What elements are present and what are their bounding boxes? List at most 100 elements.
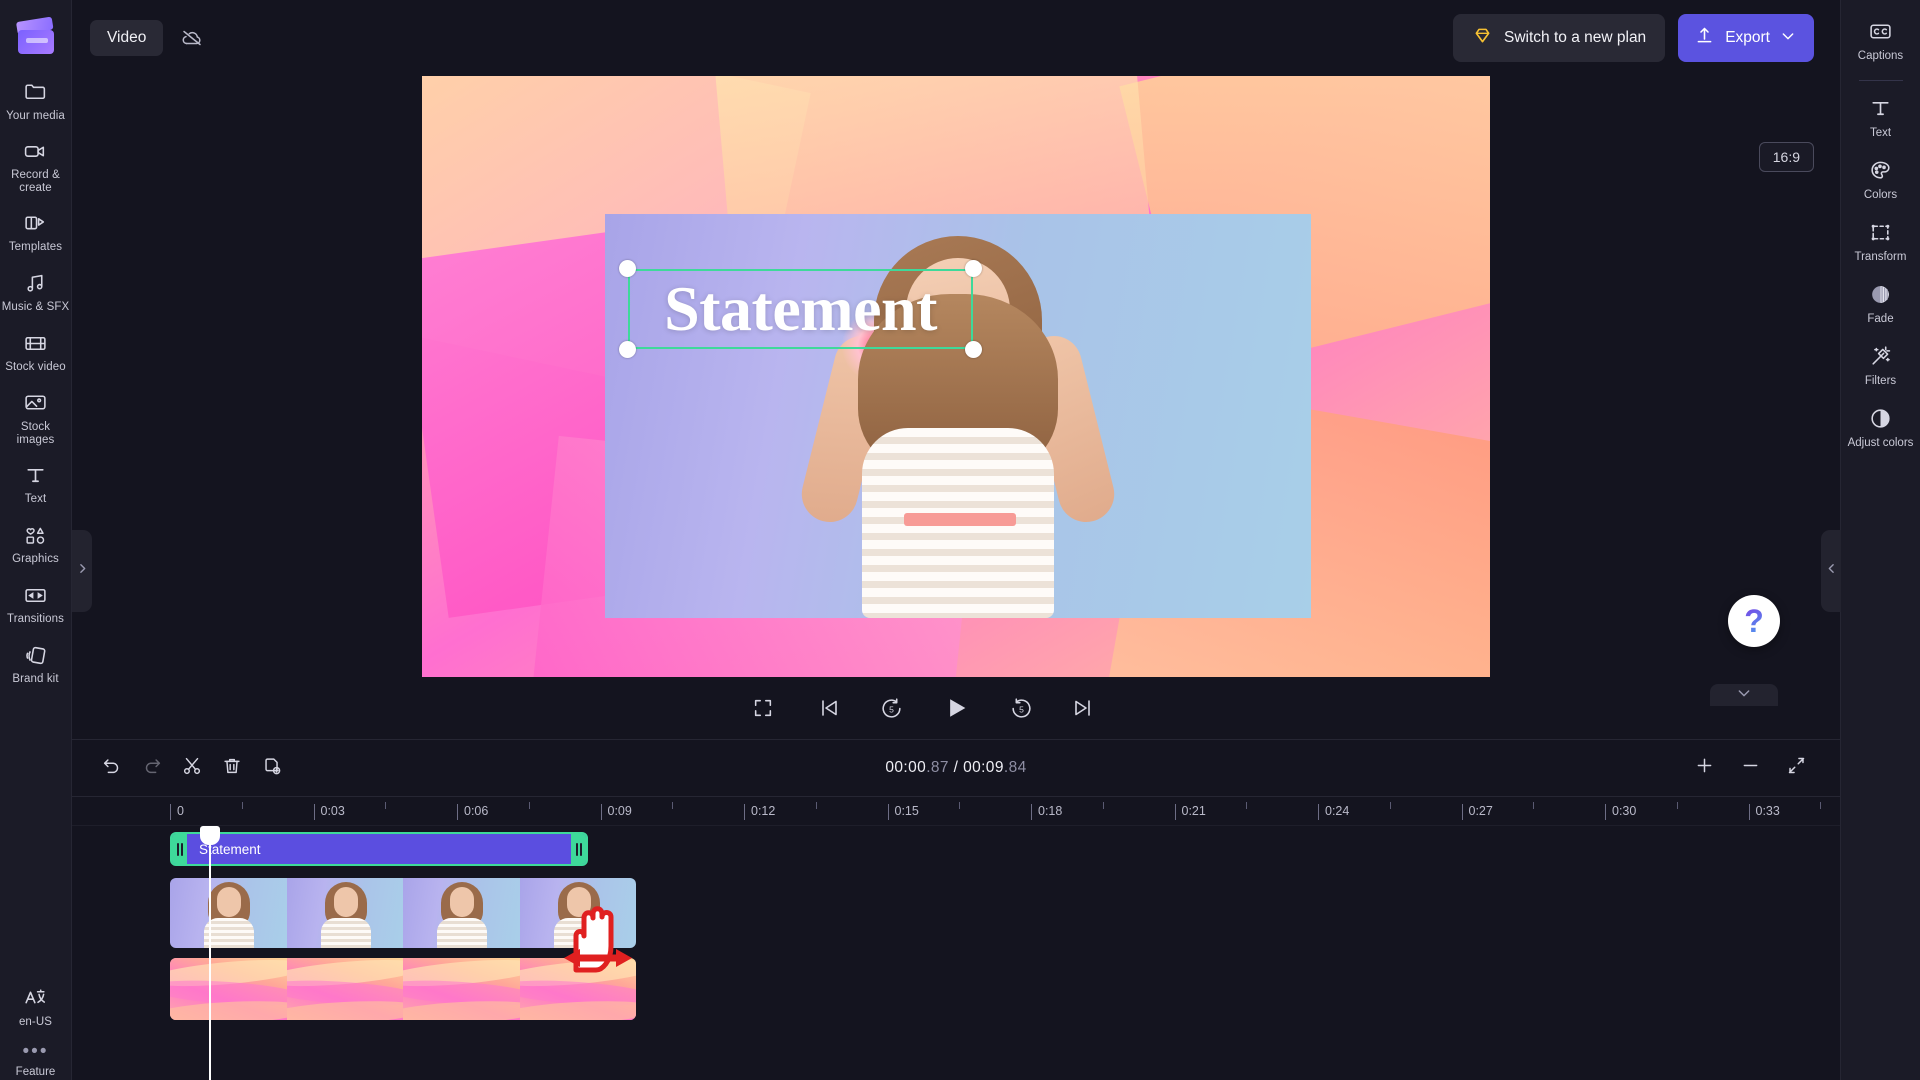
image-icon xyxy=(23,390,49,416)
playback-button-group: 5 5 xyxy=(812,688,1100,728)
timeline-collapse-button[interactable] xyxy=(1710,684,1778,706)
timeline-tracks: Statement xyxy=(72,826,1840,1080)
playhead[interactable] xyxy=(200,826,220,1080)
rewind-5-icon[interactable]: 5 xyxy=(874,691,908,725)
trim-handle-right[interactable] xyxy=(571,834,586,864)
resize-handle-bottom-right[interactable] xyxy=(965,341,982,358)
playhead-handle[interactable] xyxy=(200,826,220,845)
duplicate-button[interactable] xyxy=(254,750,290,786)
redo-button[interactable] xyxy=(134,750,170,786)
export-button[interactable]: Export xyxy=(1678,14,1814,62)
sidebar-item-label: Templates xyxy=(8,241,63,254)
cloud-off-icon[interactable] xyxy=(179,25,205,51)
ruler-tick-label: 0:12 xyxy=(751,804,776,818)
trim-handle-left[interactable] xyxy=(172,834,187,864)
switch-plan-button[interactable]: Switch to a new plan xyxy=(1453,14,1666,62)
top-bar: Video Switch to a new plan Export xyxy=(72,0,1840,76)
split-button[interactable] xyxy=(174,750,210,786)
video-preview-canvas[interactable]: Statement xyxy=(422,76,1490,677)
right-item-label: Filters xyxy=(1864,374,1897,387)
right-item-adjust-colors[interactable]: Adjust colors xyxy=(1841,397,1920,459)
left-sidebar: Your media Record & create Templates Mus… xyxy=(0,0,92,1080)
brand-kit-icon xyxy=(23,642,49,668)
sidebar-feature-label[interactable]: Feature xyxy=(16,1066,56,1080)
scissors-icon xyxy=(181,755,203,782)
right-panel-collapse-button[interactable] xyxy=(1821,530,1841,612)
skip-to-end-icon[interactable] xyxy=(1066,691,1100,725)
aspect-ratio-badge[interactable]: 16:9 xyxy=(1758,142,1814,172)
total-time: 00:09 xyxy=(963,759,1004,776)
ruler-tick-label: 0:03 xyxy=(320,804,345,818)
duplicate-icon xyxy=(261,755,283,782)
sidebar-item-stock-images[interactable]: Stock images xyxy=(0,384,72,454)
fullscreen-icon[interactable] xyxy=(746,691,780,725)
ruler-tick-label: 0:24 xyxy=(1325,804,1350,818)
diamond-icon xyxy=(1472,25,1493,51)
left-panel-expand-button[interactable] xyxy=(72,530,92,612)
fit-to-screen-icon xyxy=(1786,755,1807,781)
sidebar-item-music-sfx[interactable]: Music & SFX xyxy=(0,264,72,322)
forward-5-icon[interactable]: 5 xyxy=(1004,691,1038,725)
contrast-icon xyxy=(1868,406,1894,432)
sidebar-item-brand-kit[interactable]: Brand kit xyxy=(0,635,72,693)
right-sidebar: Captions Text Colors Transform Fade Filt… xyxy=(1821,0,1920,1080)
zoom-out-button[interactable] xyxy=(1732,750,1768,786)
undo-button[interactable] xyxy=(94,750,130,786)
magic-wand-icon xyxy=(1868,344,1894,370)
upload-icon xyxy=(1694,25,1715,51)
right-item-captions[interactable]: Captions xyxy=(1841,10,1920,72)
right-item-transform[interactable]: Transform xyxy=(1841,211,1920,273)
selection-bounding-box xyxy=(628,269,973,349)
background-thumbnail xyxy=(403,958,520,1020)
resize-handle-bottom-left[interactable] xyxy=(619,341,636,358)
sidebar-item-stock-video[interactable]: Stock video xyxy=(0,324,72,382)
right-item-fade[interactable]: Fade xyxy=(1841,273,1920,335)
text-clip-label: Statement xyxy=(199,841,261,857)
sidebar-item-graphics[interactable]: Graphics xyxy=(0,515,72,573)
timeline-ruler[interactable]: 0 0:03 0:06 0:09 0:12 0:15 0:18 0:21 0:24 0:27 0:3… xyxy=(72,796,1840,826)
right-item-filters[interactable]: Filters xyxy=(1841,335,1920,397)
timeline-background-clip[interactable] xyxy=(170,958,636,1020)
sidebar-item-transitions[interactable]: Transitions xyxy=(0,575,72,633)
video-thumbnail xyxy=(170,878,287,948)
timeline-video-clip[interactable] xyxy=(170,878,636,948)
music-note-icon xyxy=(23,270,49,296)
project-title-input[interactable]: Video xyxy=(90,20,164,56)
right-item-label: Text xyxy=(1869,126,1892,139)
right-item-label: Transform xyxy=(1854,250,1907,263)
sidebar-item-text[interactable]: Text xyxy=(0,455,72,513)
undo-icon xyxy=(101,755,123,782)
fit-to-screen-button[interactable] xyxy=(1778,750,1814,786)
current-time-frac: .87 xyxy=(926,759,949,776)
fade-icon xyxy=(1868,282,1894,308)
film-strip-icon xyxy=(23,330,49,356)
svg-text:5: 5 xyxy=(889,704,894,714)
help-button[interactable]: ? xyxy=(1728,595,1780,647)
sidebar-item-your-media[interactable]: Your media xyxy=(0,72,72,130)
right-sidebar-divider xyxy=(1858,80,1903,81)
resize-handle-top-left[interactable] xyxy=(619,260,636,277)
sidebar-item-templates[interactable]: Templates xyxy=(0,204,72,262)
skip-to-start-icon[interactable] xyxy=(812,691,846,725)
delete-button[interactable] xyxy=(214,750,250,786)
closed-caption-icon xyxy=(1868,19,1894,45)
sidebar-item-language[interactable]: en-US xyxy=(0,978,72,1036)
clipchamp-logo[interactable] xyxy=(15,16,56,58)
right-item-colors[interactable]: Colors xyxy=(1841,149,1920,211)
timeline-panel: 00:00.87 / 00:09.84 0 0:03 0:06 0:09 0:1… xyxy=(72,739,1840,1080)
resize-handle-top-right[interactable] xyxy=(965,260,982,277)
play-icon[interactable] xyxy=(936,688,976,728)
sidebar-item-record-create[interactable]: Record & create xyxy=(0,132,72,202)
playback-controls: 5 5 xyxy=(754,677,1100,739)
zoom-in-button[interactable] xyxy=(1686,750,1722,786)
timeline-toolbar: 00:00.87 / 00:09.84 xyxy=(72,740,1840,796)
text-overlay-selection[interactable]: Statement xyxy=(619,260,982,358)
right-item-text[interactable]: Text xyxy=(1841,87,1920,149)
sidebar-item-label: Music & SFX xyxy=(1,301,70,314)
timeline-text-clip[interactable]: Statement xyxy=(170,832,588,866)
more-dots-icon[interactable]: ••• xyxy=(23,1038,49,1064)
ruler-tick-label: 0:21 xyxy=(1181,804,1206,818)
translate-icon xyxy=(23,985,49,1011)
chevron-left-icon xyxy=(1825,562,1838,580)
templates-icon xyxy=(23,210,49,236)
